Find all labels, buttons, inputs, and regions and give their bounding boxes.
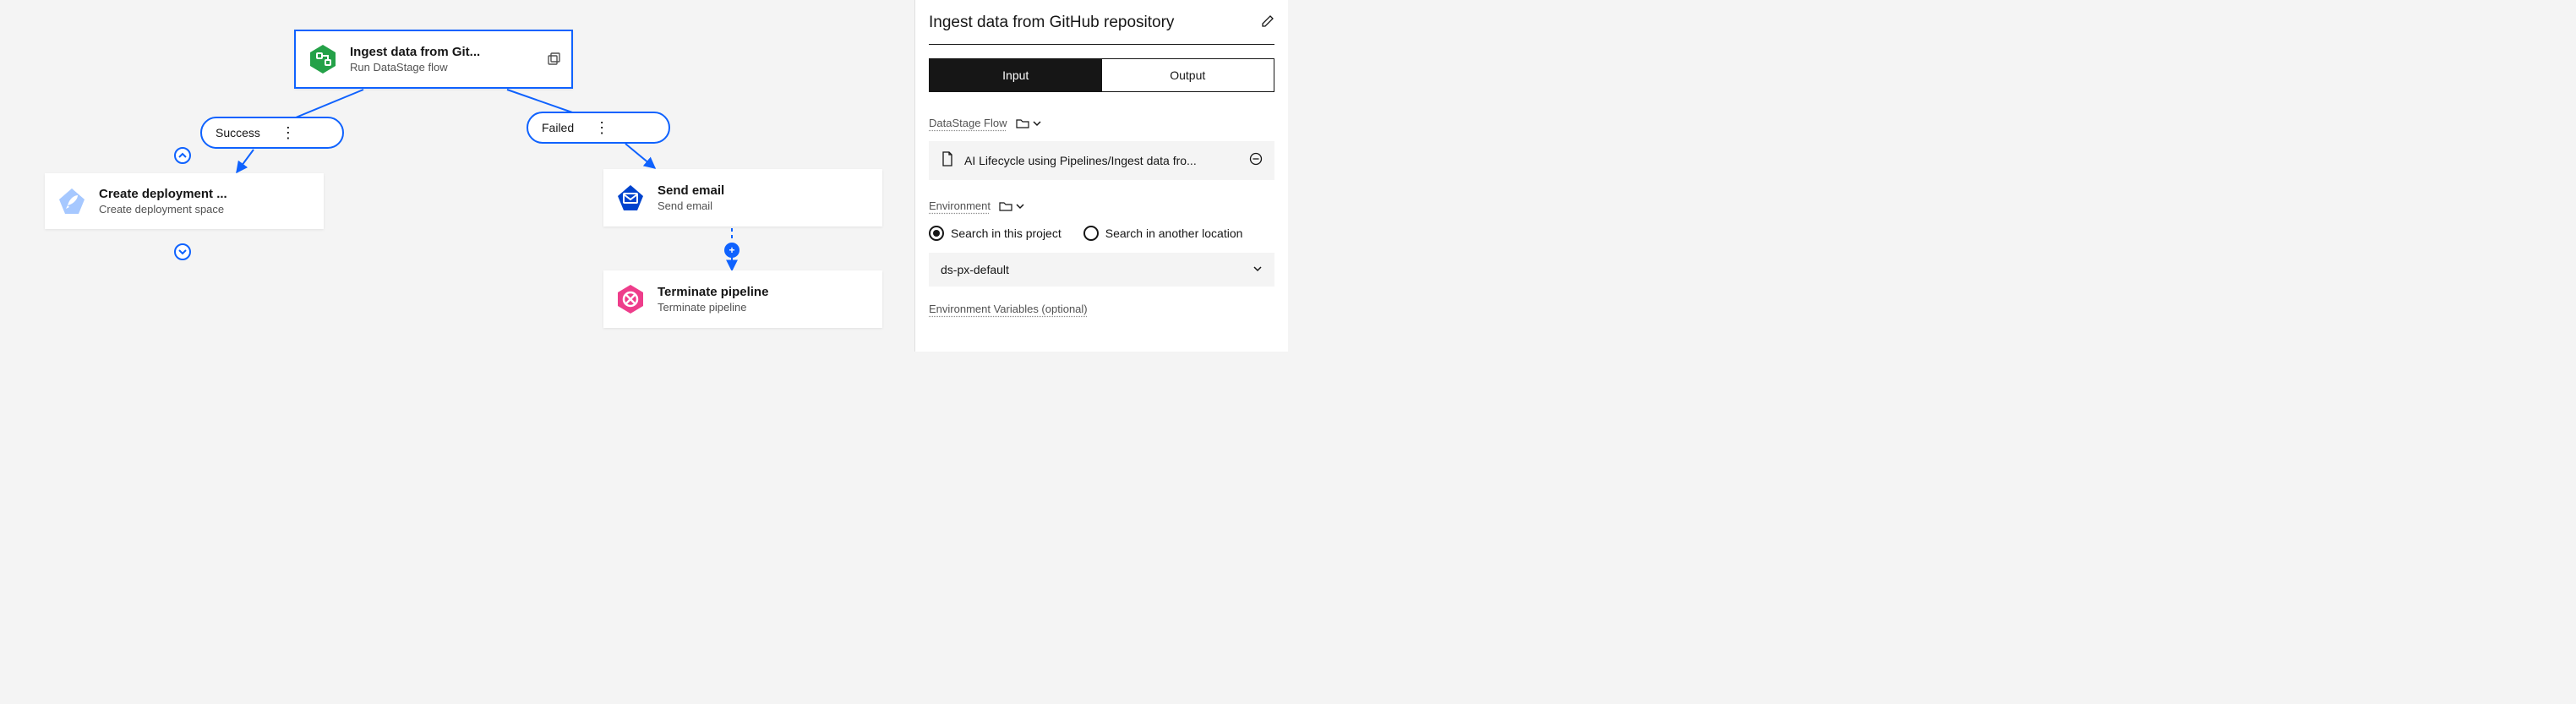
datastage-file-name: AI Lifecycle using Pipelines/Ingest data…: [964, 154, 1197, 167]
collapse-up-button[interactable]: [174, 147, 191, 164]
chevron-down-icon: [1253, 263, 1263, 276]
properties-panel: Ingest data from GitHub repository Input…: [914, 0, 1288, 352]
radio-indicator: [929, 226, 944, 241]
folder-picker-icon[interactable]: [999, 200, 1024, 212]
branch-success[interactable]: Success ⋮: [200, 117, 344, 149]
pipeline-canvas[interactable]: Ingest data from Git... Run DataStage fl…: [0, 0, 914, 352]
tab-input[interactable]: Input: [930, 59, 1102, 91]
node-title: Create deployment ...: [99, 187, 227, 201]
remove-icon[interactable]: [1249, 152, 1263, 170]
node-subtitle: Terminate pipeline: [658, 301, 768, 314]
environment-select[interactable]: ds-px-default: [929, 253, 1274, 287]
node-subtitle: Create deployment space: [99, 203, 227, 216]
node-subtitle: Run DataStage flow: [350, 61, 480, 74]
radio-search-other[interactable]: Search in another location: [1083, 226, 1243, 241]
node-ingest[interactable]: Ingest data from Git... Run DataStage fl…: [294, 30, 573, 89]
radio-search-project[interactable]: Search in this project: [929, 226, 1062, 241]
branch-failed[interactable]: Failed ⋮: [527, 112, 670, 144]
node-send-email[interactable]: Send email Send email: [603, 169, 882, 226]
document-icon: [941, 151, 954, 171]
rocket-icon: [55, 184, 89, 218]
env-vars-label: Environment Variables (optional): [929, 303, 1088, 315]
header-rule: [929, 44, 1274, 45]
flow-ref-icon[interactable]: [546, 52, 561, 67]
email-icon: [614, 181, 647, 215]
node-title: Ingest data from Git...: [350, 45, 480, 59]
branch-label: Success: [216, 126, 260, 139]
node-subtitle: Send email: [658, 199, 724, 212]
terminate-icon: [614, 282, 647, 316]
tab-output[interactable]: Output: [1102, 59, 1274, 91]
add-node-button[interactable]: +: [724, 243, 740, 258]
panel-title: Ingest data from GitHub repository: [929, 14, 1174, 32]
kebab-icon[interactable]: ⋮: [281, 125, 296, 140]
environment-label: Environment: [929, 199, 1024, 212]
node-title: Send email: [658, 183, 724, 198]
kebab-icon[interactable]: ⋮: [594, 120, 609, 135]
io-tabs: Input Output: [929, 58, 1274, 92]
radio-indicator: [1083, 226, 1099, 241]
node-create-deployment[interactable]: Create deployment ... Create deployment …: [45, 173, 324, 229]
collapse-down-button[interactable]: [174, 243, 191, 260]
edit-icon[interactable]: [1261, 14, 1274, 32]
datastage-file-row[interactable]: AI Lifecycle using Pipelines/Ingest data…: [929, 141, 1274, 180]
folder-picker-icon[interactable]: [1016, 117, 1041, 129]
datastage-icon: [306, 42, 340, 76]
datastage-flow-label: DataStage Flow: [929, 117, 1041, 129]
node-title: Terminate pipeline: [658, 285, 768, 299]
node-terminate[interactable]: Terminate pipeline Terminate pipeline: [603, 270, 882, 328]
branch-label: Failed: [542, 121, 574, 134]
